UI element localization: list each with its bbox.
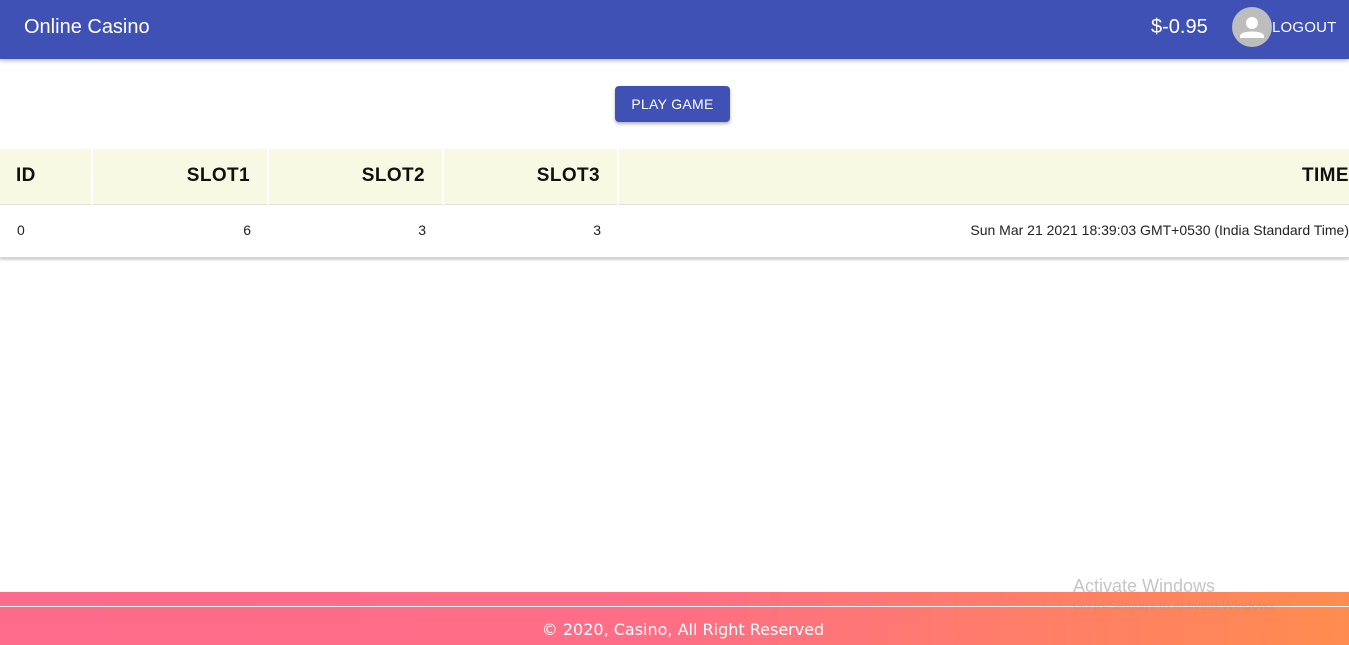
footer-copyright: © 2020, Casino, All Right Reserved	[541, 620, 825, 639]
cell-slot1: 6	[243, 222, 251, 239]
column-header-id: ID	[0, 149, 93, 205]
user-avatar-icon[interactable]	[1232, 7, 1272, 47]
cell-slot3: 3	[593, 222, 601, 239]
column-header-slot1: SLOT1	[92, 149, 269, 205]
column-header-time: TIME	[618, 149, 1349, 205]
person-icon	[1240, 17, 1264, 38]
column-header-slot3: SLOT3	[443, 149, 619, 205]
column-header-slot2: SLOT2	[268, 149, 444, 205]
game-history-table: ID SLOT1 SLOT2 SLOT3 TIME 0 6 3 3 Sun Ma…	[0, 149, 1349, 258]
cell-id: 0	[17, 222, 25, 239]
app-bar: Online Casino $-0.95 LOGOUT	[0, 0, 1349, 59]
table-header-row: ID SLOT1 SLOT2 SLOT3 TIME	[0, 149, 1349, 205]
app-title[interactable]: Online Casino	[24, 15, 150, 39]
cell-time: Sun Mar 21 2021 18:39:03 GMT+0530 (India…	[970, 222, 1349, 239]
activate-windows-watermark: Activate Windows	[1073, 576, 1216, 596]
play-game-button[interactable]: PLAY GAME	[615, 86, 730, 122]
activate-windows-subtitle: Go to Settings to activate Windows.	[1073, 598, 1279, 613]
cell-slot2: 3	[418, 222, 426, 239]
logout-button[interactable]: LOGOUT	[1272, 19, 1337, 36]
balance-display: $-0.95	[1151, 16, 1208, 38]
table-row: 0 6 3 3 Sun Mar 21 2021 18:39:03 GMT+053…	[0, 204, 1349, 256]
